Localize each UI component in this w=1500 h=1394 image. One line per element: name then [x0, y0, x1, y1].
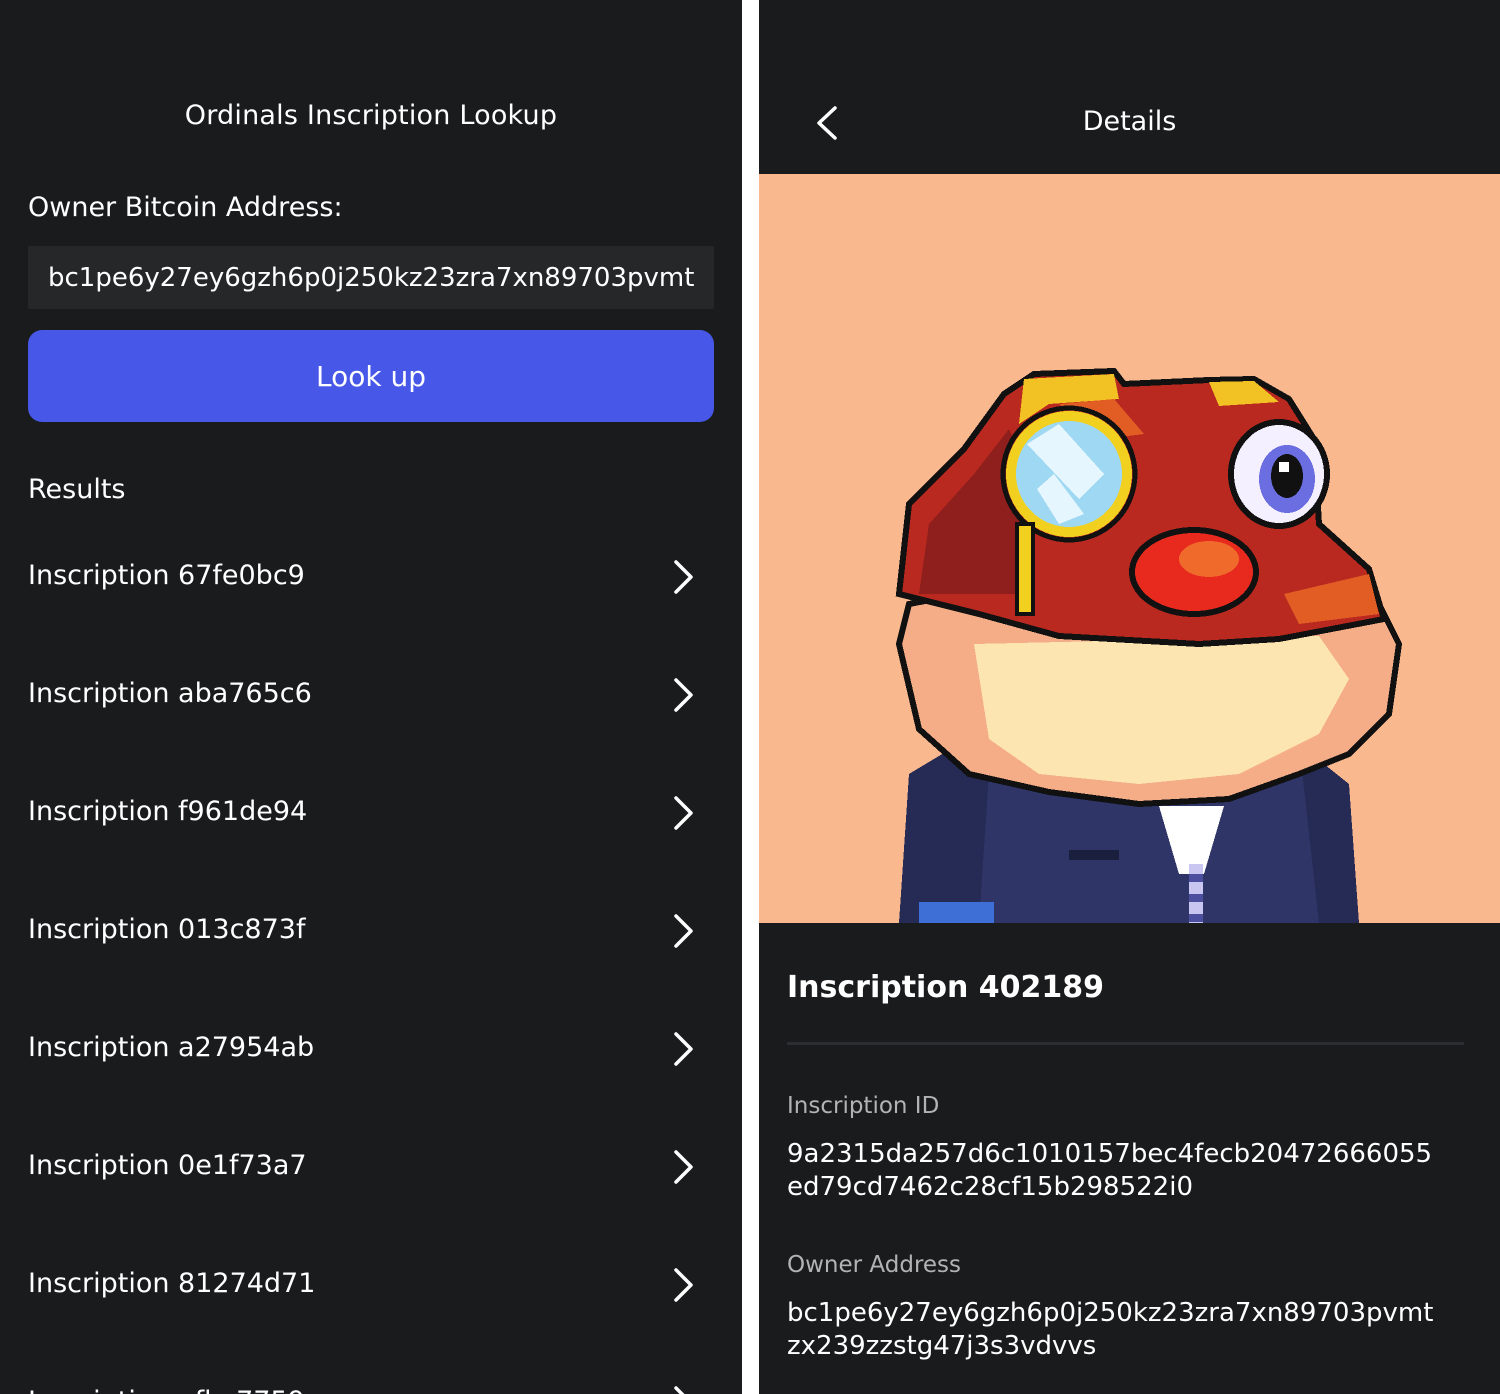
result-item[interactable]: Inscription f961de94: [0, 754, 742, 872]
result-label: Inscription a27954ab: [28, 1032, 315, 1063]
address-input[interactable]: [28, 246, 714, 309]
result-label: Inscription 67fe0bc9: [28, 560, 305, 591]
lookup-screen: Ordinals Inscription Lookup Owner Bitcoi…: [0, 0, 742, 1394]
result-item[interactable]: Inscription 013c873f: [0, 872, 742, 990]
address-label: Owner Bitcoin Address:: [28, 192, 343, 223]
details-screen: Details Inscription 402189 Inscription I…: [759, 0, 1500, 1394]
inscription-heading: Inscription 402189: [787, 970, 1104, 1005]
chevron-right-icon: [674, 560, 693, 594]
inscription-id-label: Inscription ID: [787, 1093, 940, 1119]
detail-header: Details: [759, 0, 1500, 174]
result-label: Inscription efbc7759: [28, 1386, 305, 1394]
owner-address-label: Owner Address: [787, 1252, 962, 1278]
result-label: Inscription 013c873f: [28, 914, 306, 945]
result-item[interactable]: Inscription efbc7759: [0, 1344, 742, 1394]
result-item[interactable]: Inscription 81274d71: [0, 1226, 742, 1344]
chevron-right-icon: [674, 1268, 693, 1302]
detail-title: Details: [1082, 106, 1177, 137]
result-item[interactable]: Inscription 0e1f73a7: [0, 1108, 742, 1226]
inscription-image: [759, 174, 1500, 923]
chevron-right-icon: [674, 914, 693, 948]
result-label: Inscription aba765c6: [28, 678, 312, 709]
result-label: Inscription f961de94: [28, 796, 308, 827]
owner-address-value: bc1pe6y27ey6gzh6p0j250kz23zra7xn89703pvm…: [787, 1298, 1434, 1361]
result-label: Inscription 0e1f73a7: [28, 1150, 307, 1181]
app-title: Ordinals Inscription Lookup: [184, 100, 558, 131]
chevron-right-icon: [674, 1032, 693, 1066]
pixel-art-character: [895, 367, 1403, 923]
chevron-right-icon: [674, 796, 693, 830]
lookup-button[interactable]: Look up: [28, 330, 714, 422]
chevron-right-icon: [674, 1386, 685, 1394]
result-item[interactable]: Inscription 67fe0bc9: [0, 518, 742, 636]
chevron-right-icon: [674, 1150, 693, 1184]
result-label: Inscription 81274d71: [28, 1268, 316, 1299]
chevron-right-icon: [674, 678, 693, 712]
inscription-id-value: 9a2315da257d6c1010157bec4fecb20472666055…: [787, 1139, 1433, 1202]
results-list: Inscription 67fe0bc9 Inscription aba765c…: [0, 518, 742, 1394]
result-item[interactable]: Inscription aba765c6: [0, 636, 742, 754]
results-heading: Results: [28, 474, 126, 505]
divider: [787, 1042, 1464, 1045]
result-item[interactable]: Inscription a27954ab: [0, 990, 742, 1108]
